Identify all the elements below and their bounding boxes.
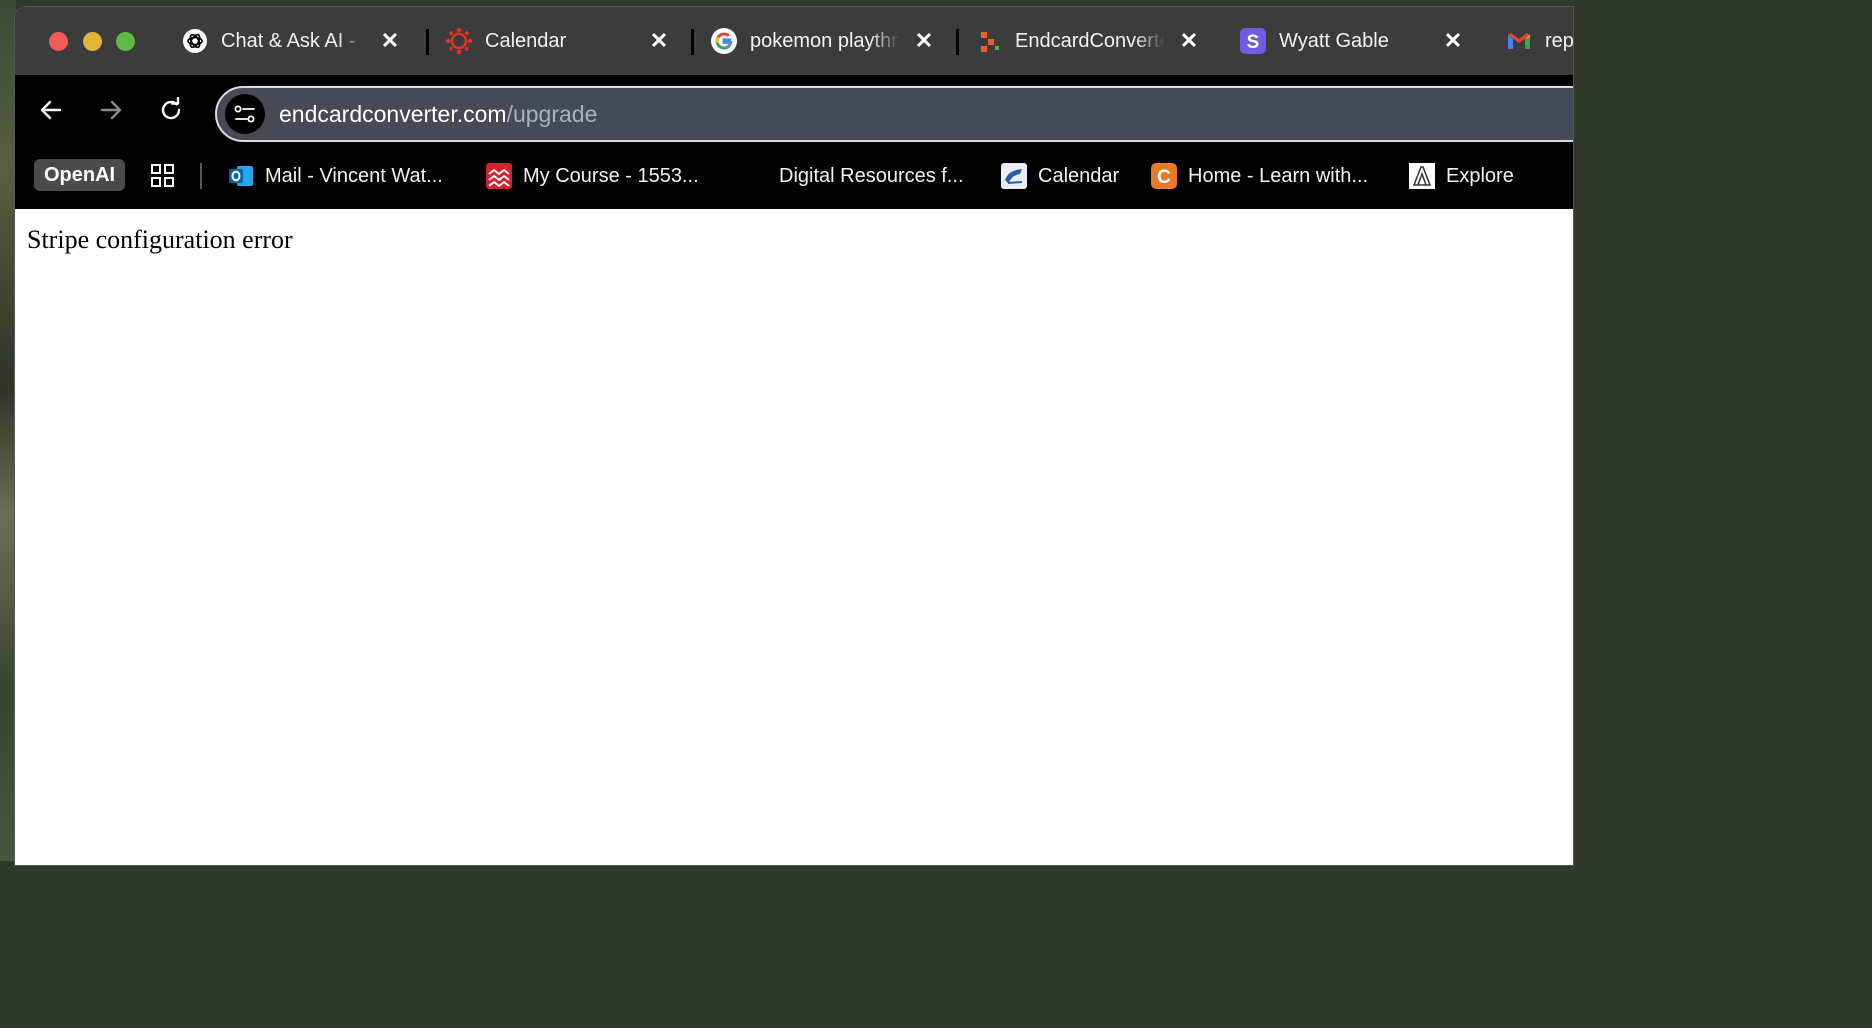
c-icon: C xyxy=(1151,163,1177,189)
bookmark-explore[interactable]: Explore xyxy=(1408,159,1514,193)
site-settings-icon[interactable] xyxy=(225,94,265,134)
openai-icon xyxy=(181,27,209,55)
bookmark-digital-resources[interactable]: Digital Resources f... xyxy=(769,159,964,193)
close-tab-icon[interactable]: ✕ xyxy=(649,28,669,54)
bookmark-my-course[interactable]: My Course - 1553... xyxy=(485,159,699,193)
bookmark-label: Digital Resources f... xyxy=(779,164,964,187)
close-window-button[interactable] xyxy=(49,32,68,51)
tab-strip: Chat & Ask AI - ✕ Calendar ✕ pokemon pla… xyxy=(15,7,1573,75)
bookmark-label: Home - Learn with... xyxy=(1188,164,1369,187)
url-path: /upgrade xyxy=(506,100,598,127)
bookmark-folder-openai[interactable]: OpenAI xyxy=(34,159,126,191)
url-domain: endcardconverter.com xyxy=(279,100,507,127)
close-tab-icon[interactable]: ✕ xyxy=(1179,28,1199,54)
bookmark-home-learn[interactable]: C Home - Learn with... xyxy=(1150,159,1368,193)
bookmark-calendar[interactable]: Calendar xyxy=(1000,159,1119,193)
minimize-window-button[interactable] xyxy=(83,32,102,51)
svg-text:S: S xyxy=(1247,32,1260,53)
arrow-right-icon xyxy=(100,100,122,120)
close-tab-icon[interactable]: ✕ xyxy=(914,28,934,54)
gmail-icon xyxy=(1505,27,1533,55)
url-text[interactable]: endcardconverter.com/upgrade xyxy=(279,101,597,128)
reload-button[interactable] xyxy=(154,93,188,127)
reload-icon xyxy=(161,97,181,120)
forward-button[interactable] xyxy=(94,93,128,127)
endcard-icon xyxy=(975,27,1003,55)
tab-gmail[interactable]: rep xyxy=(1505,21,1574,61)
browser-window: Chat & Ask AI - ✕ Calendar ✕ pokemon pla… xyxy=(14,6,1574,866)
bookmark-label: My Course - 1553... xyxy=(523,164,699,187)
s-icon: S xyxy=(1239,27,1267,55)
canvas-icon xyxy=(445,27,473,55)
tab-separator xyxy=(691,29,694,55)
bookmark-label: Mail - Vincent Wat... xyxy=(265,164,443,187)
close-tab-icon[interactable]: ✕ xyxy=(380,28,400,54)
tab-title: pokemon playthrough xyxy=(750,29,900,52)
arrow-left-icon xyxy=(40,100,62,120)
bookmark-mail[interactable]: Mail - Vincent Wat... xyxy=(227,159,443,193)
apps-grid-icon xyxy=(151,164,174,187)
bookmarks-bar: OpenAI Mail - Vincent Wat... My Course -… xyxy=(15,145,1573,209)
course-icon xyxy=(486,163,512,189)
tab-title: Chat & Ask AI - xyxy=(221,29,356,52)
tab-title: Calendar xyxy=(485,29,567,52)
toolbar: endcardconverter.com/upgrade xyxy=(15,75,1573,145)
address-bar[interactable]: endcardconverter.com/upgrade xyxy=(215,86,1573,142)
page-content: Stripe configuration error xyxy=(15,209,1573,865)
back-button[interactable] xyxy=(34,93,68,127)
tab-chat-ask-ai[interactable]: Chat & Ask AI - ✕ xyxy=(181,21,400,61)
tab-title: EndcardConverter xyxy=(1015,29,1165,52)
tab-endcard-converter[interactable]: EndcardConverter ✕ xyxy=(975,21,1199,61)
bookmark-label: Explore xyxy=(1446,164,1514,187)
tab-title: rep xyxy=(1545,29,1574,52)
tab-pokemon[interactable]: pokemon playthrough ✕ xyxy=(710,21,934,61)
bookmark-label: Calendar xyxy=(1038,164,1120,187)
outlook-icon xyxy=(229,166,253,186)
tab-wyatt-gable[interactable]: S Wyatt Gable ✕ xyxy=(1239,21,1463,61)
tab-calendar[interactable]: Calendar ✕ xyxy=(445,21,669,61)
svg-text:C: C xyxy=(1157,167,1171,188)
tab-separator xyxy=(426,29,429,55)
maximize-window-button[interactable] xyxy=(116,32,135,51)
tab-separator xyxy=(956,29,959,55)
calendar-icon xyxy=(1001,163,1027,189)
error-message: Stripe configuration error xyxy=(27,225,293,254)
google-icon xyxy=(710,27,738,55)
explore-icon xyxy=(1409,163,1435,189)
bookmark-separator xyxy=(200,163,202,189)
close-tab-icon[interactable]: ✕ xyxy=(1443,28,1463,54)
tab-title: Wyatt Gable xyxy=(1279,29,1389,52)
apps-button[interactable] xyxy=(149,159,177,193)
